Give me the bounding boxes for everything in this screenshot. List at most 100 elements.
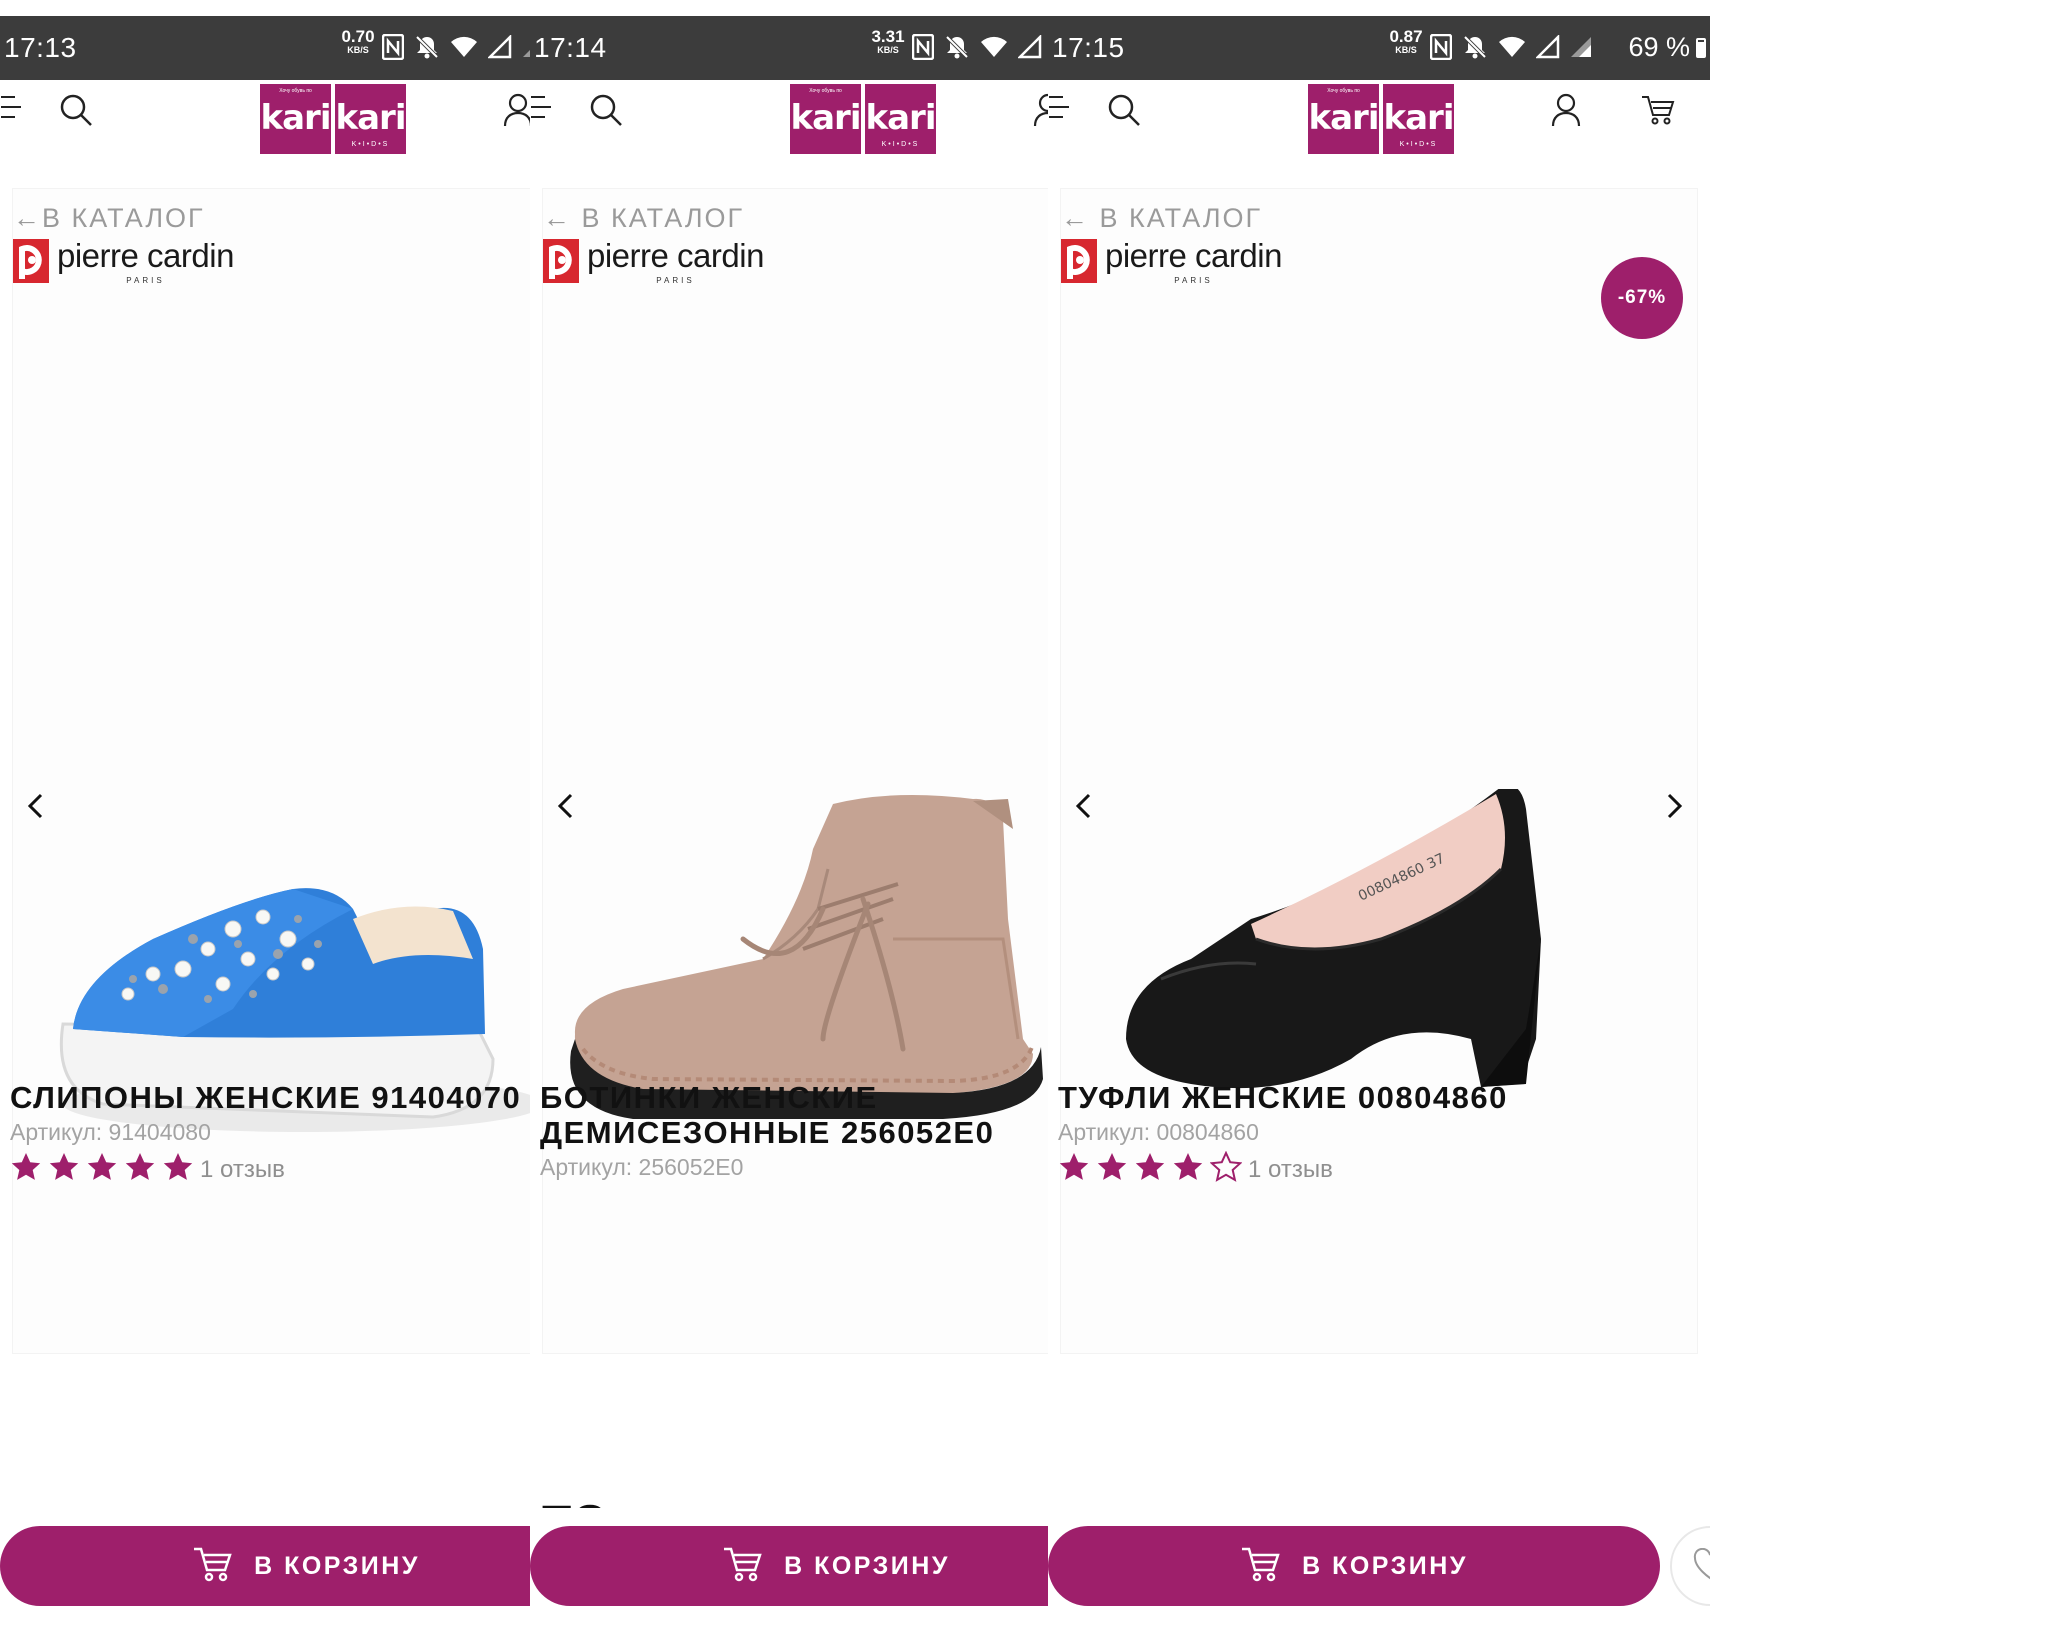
logo-word: kari xyxy=(1383,98,1455,138)
brand-name: pierre cardin xyxy=(1105,237,1282,274)
signal-icon xyxy=(1016,33,1042,64)
pierre-cardin-logo-icon xyxy=(13,239,49,283)
logo-word: kari xyxy=(1308,98,1380,138)
signal-icon xyxy=(1534,33,1560,64)
battery-status: 69 % xyxy=(1628,32,1706,63)
logo-kari-kids: kari K•I•D•S xyxy=(1383,84,1454,154)
network-speed-unit: KB/S xyxy=(877,45,899,55)
network-speed-unit: KB/S xyxy=(1395,45,1417,55)
cart-icon[interactable] xyxy=(1638,90,1678,130)
network-speed-value: 0.70 xyxy=(341,27,375,46)
reviews-count[interactable]: 1 отзыв xyxy=(1248,1156,1333,1184)
menu-icon[interactable] xyxy=(1048,92,1072,122)
favorite-button[interactable] xyxy=(1670,1526,1710,1606)
status-icons xyxy=(381,33,544,65)
logo-word: kari xyxy=(790,98,862,138)
star-empty-icon xyxy=(1209,1150,1243,1188)
star-filled-icon xyxy=(162,1151,194,1188)
kari-logo[interactable]: Хочу обувь по kari kari K•I•D•S xyxy=(1308,84,1454,154)
product-rating[interactable]: 1 отзыв xyxy=(10,1151,285,1188)
menu-icon[interactable] xyxy=(530,92,554,122)
product-sku: Артикул: 91404080 xyxy=(10,1119,211,1145)
logo-kids: K•I•D•S xyxy=(1399,141,1438,148)
price-partial: 78 xyxy=(540,1500,630,1508)
add-to-cart-button[interactable]: В КОРЗИНУ xyxy=(0,1526,612,1606)
logo-kids: K•I•D•S xyxy=(351,141,390,148)
brand-name: pierre cardin xyxy=(587,237,764,274)
logo-tagline: Хочу обувь по xyxy=(809,88,842,94)
back-to-catalog-link[interactable]: ← В КАТАЛОГ xyxy=(543,203,744,234)
battery-level: 69 % xyxy=(1628,32,1690,62)
kari-logo[interactable]: Хочу обувь по kari kari K•I•D•S xyxy=(790,84,936,154)
brand-sub: PARIS xyxy=(656,276,695,285)
account-icon[interactable] xyxy=(1546,90,1586,130)
product-sku: Артикул: 256052E0 xyxy=(540,1154,744,1180)
star-filled-icon xyxy=(86,1151,118,1188)
star-filled-icon xyxy=(48,1151,80,1188)
logo-kari: Хочу обувь по kari xyxy=(260,84,331,154)
network-speed-value: 0.87 xyxy=(1389,27,1423,46)
add-to-cart-label: В КОРЗИНУ xyxy=(1302,1551,1468,1580)
signal-icon xyxy=(486,33,512,64)
discount-badge: -67% xyxy=(1601,257,1683,339)
status-time: 17:15 xyxy=(1052,32,1125,63)
site-header: Хочу обувь по kari kari K•I•D•S xyxy=(1048,80,1710,180)
wifi-icon xyxy=(1498,36,1526,63)
logo-tagline: Хочу обувь по xyxy=(1327,88,1360,94)
network-speed-value: 3.31 xyxy=(871,27,905,46)
bell-off-icon xyxy=(414,34,440,65)
kari-logo[interactable]: Хочу обувь по kari kari K•I•D•S xyxy=(260,84,406,154)
product-rating[interactable]: 1 отзыв xyxy=(1058,1150,1333,1188)
bell-off-icon xyxy=(1462,34,1488,65)
search-icon[interactable] xyxy=(1104,90,1144,130)
heart-icon xyxy=(1692,1547,1710,1585)
network-speed: 3.31 KB/S xyxy=(866,28,910,55)
search-icon[interactable] xyxy=(56,90,96,130)
product-image: 00804860 37 xyxy=(1081,785,1681,1209)
brand-logo: pierre cardin PARIS xyxy=(543,239,764,289)
search-icon[interactable] xyxy=(586,90,626,130)
nfc-icon xyxy=(1429,33,1453,65)
pierre-cardin-logo-icon xyxy=(543,239,579,283)
logo-kari: Хочу обувь по kari xyxy=(790,84,861,154)
phone-screen: 17:15 0.87 KB/S 69 % Хочу обувь по kari … xyxy=(1048,16,1710,1632)
logo-kari-kids: kari K•I•D•S xyxy=(335,84,406,154)
wifi-icon xyxy=(980,36,1008,63)
star-filled-icon xyxy=(1172,1151,1204,1188)
logo-kids: K•I•D•S xyxy=(881,141,920,148)
brand-logo: pierre cardin PARIS xyxy=(13,239,234,289)
brand-logo: pierre cardin PARIS xyxy=(1061,239,1282,289)
logo-word: kari xyxy=(865,98,937,138)
battery-icon xyxy=(1696,37,1706,58)
back-to-catalog-link[interactable]: ← В КАТАЛОГ xyxy=(1061,203,1262,234)
add-to-cart-label: В КОРЗИНУ xyxy=(784,1551,950,1580)
nfc-icon xyxy=(911,33,935,65)
wifi-icon xyxy=(450,36,478,63)
add-to-cart-label: В КОРЗИНУ xyxy=(254,1551,420,1580)
cart-icon xyxy=(1240,1545,1280,1588)
product-title: ТУФЛИ ЖЕНСКИЕ 00804860 xyxy=(1058,1080,1508,1115)
status-bar: 17:15 0.87 KB/S 69 % xyxy=(1048,16,1710,80)
bell-off-icon xyxy=(944,34,970,65)
add-to-cart-button[interactable]: В КОРЗИНУ xyxy=(1048,1526,1660,1606)
pierre-cardin-logo-icon xyxy=(1061,239,1097,283)
back-to-catalog-link[interactable]: ←В КАТАЛОГ xyxy=(13,203,205,234)
price-partial-text: 78 xyxy=(540,1500,630,1508)
star-filled-icon xyxy=(124,1151,156,1188)
status-icons xyxy=(1429,33,1592,65)
logo-kari-kids: kari K•I•D•S xyxy=(865,84,936,154)
logo-kari: Хочу обувь по kari xyxy=(1308,84,1379,154)
logo-word: kari xyxy=(335,98,407,138)
network-speed: 0.70 KB/S xyxy=(336,28,380,55)
reviews-count[interactable]: 1 отзыв xyxy=(200,1156,285,1184)
product-sku: Артикул: 00804860 xyxy=(1058,1119,1259,1145)
network-speed-unit: KB/S xyxy=(347,45,369,55)
cart-icon xyxy=(722,1545,762,1588)
brand-sub: PARIS xyxy=(1174,276,1213,285)
signal-strength-icon xyxy=(1570,36,1592,63)
star-filled-icon xyxy=(1096,1151,1128,1188)
status-time: 17:13 xyxy=(4,32,77,63)
star-filled-icon xyxy=(10,1151,42,1188)
nfc-icon xyxy=(381,33,405,65)
menu-icon[interactable] xyxy=(0,92,24,122)
